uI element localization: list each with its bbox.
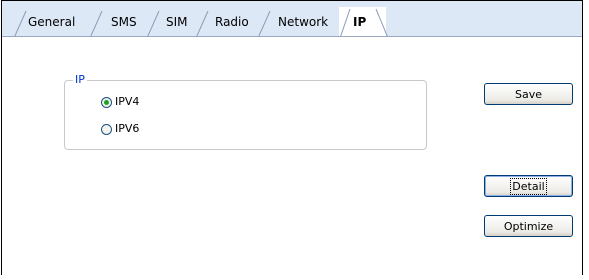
detail-button[interactable]: Detail [484,175,573,197]
optimize-button-label: Optimize [503,219,554,233]
detail-button-label: Detail [510,177,547,195]
tab-ip[interactable]: IP [353,12,366,32]
tab-sim[interactable]: SIM [166,12,188,32]
radio-ipv4-row[interactable]: IPV4 [101,94,139,110]
radio-ipv4[interactable] [101,96,112,108]
radio-ipv6[interactable] [101,123,112,135]
settings-panel: General SMS SIM Radio Network IP IP IPV4… [1,0,583,275]
tab-bar: General SMS SIM Radio Network IP [2,0,582,38]
tab-sms[interactable]: SMS [111,12,137,32]
radio-ipv4-label: IPV4 [115,95,140,108]
tab-content-ip: IP IPV4 IPV6 Save Detail Optimize [2,36,582,275]
tab-radio[interactable]: Radio [215,12,249,32]
tab-general[interactable]: General [28,12,75,32]
tab-network[interactable]: Network [278,12,328,32]
radio-ipv6-row[interactable]: IPV6 [101,121,139,137]
radio-ipv6-label: IPV6 [115,122,140,135]
save-button[interactable]: Save [484,83,573,105]
save-button-label: Save [514,87,542,101]
ip-groupbox-legend: IP [73,73,87,87]
ip-groupbox: IP IPV4 IPV6 [64,73,427,150]
optimize-button[interactable]: Optimize [484,215,573,237]
